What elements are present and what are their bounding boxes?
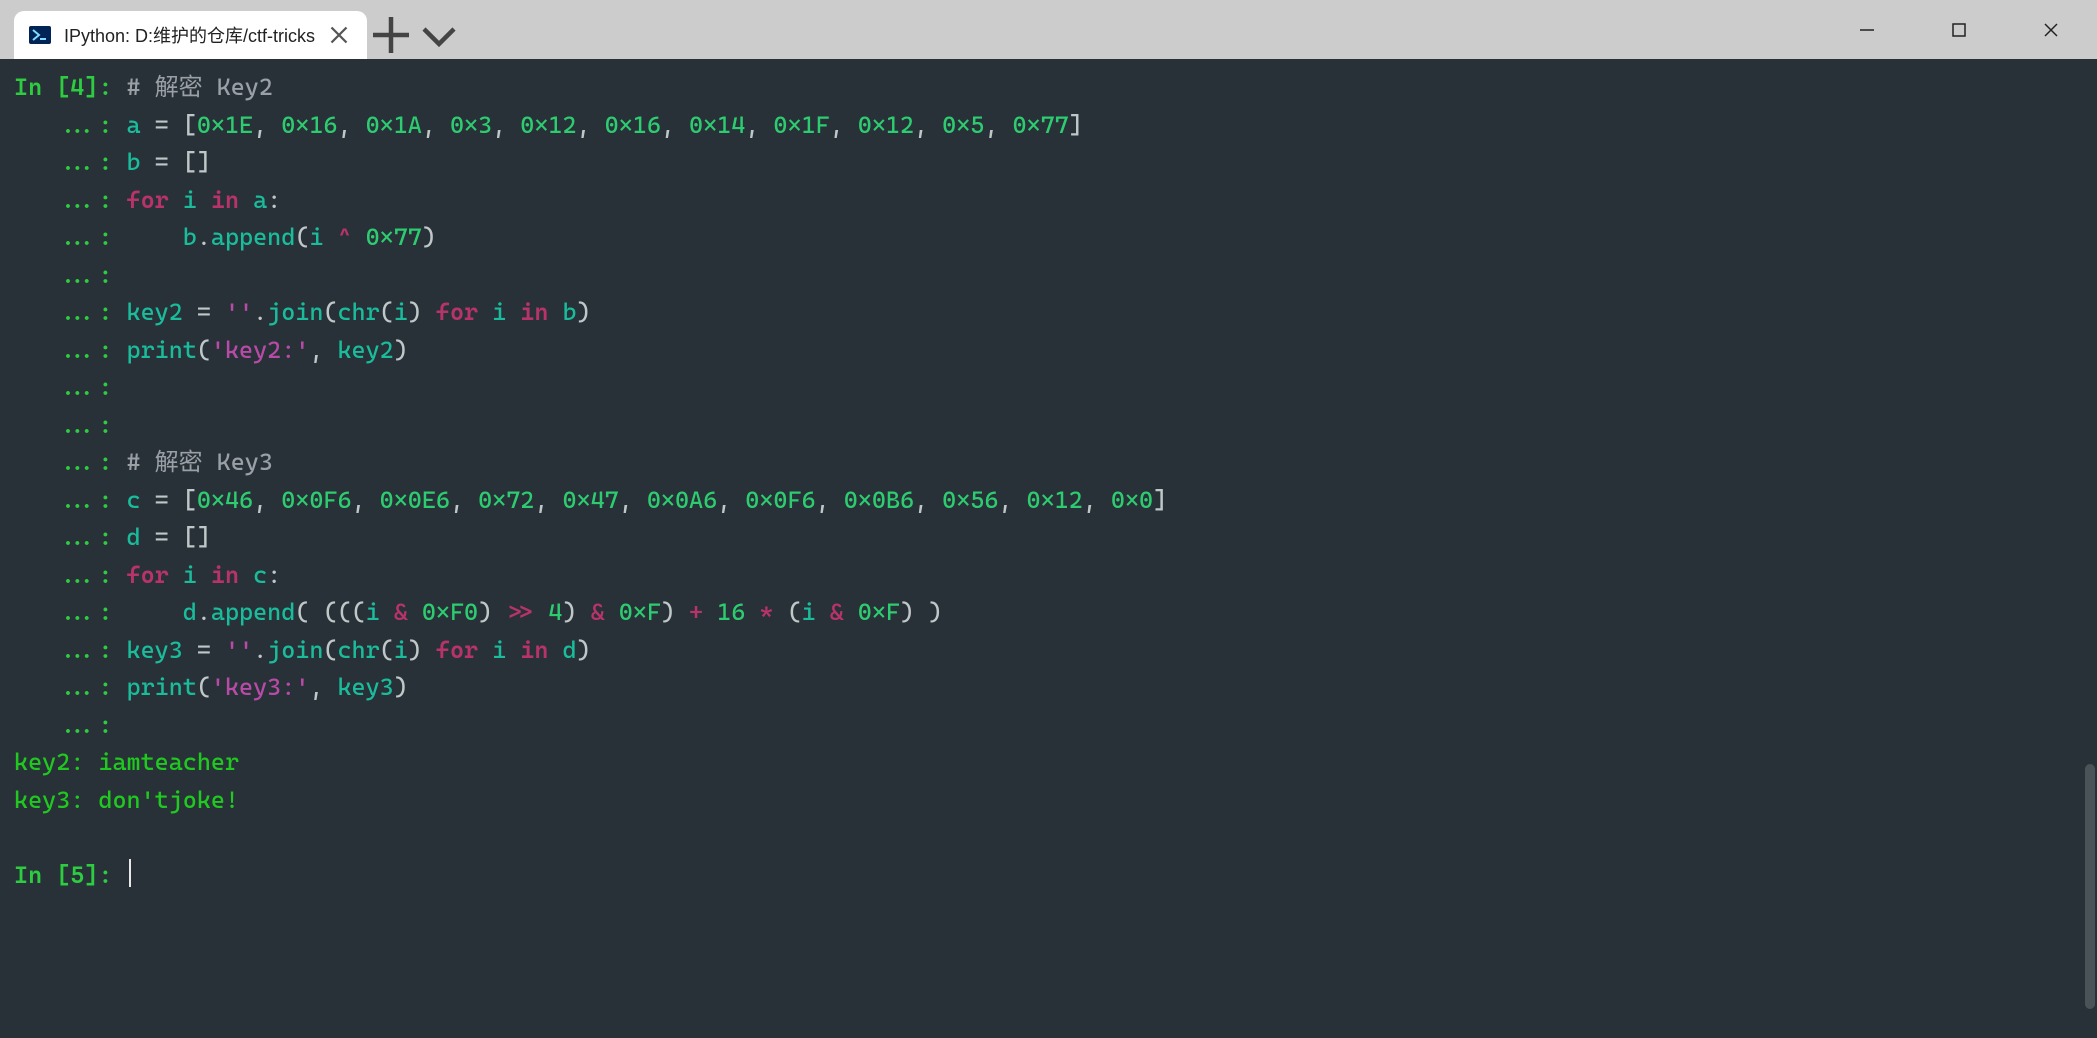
close-window-button[interactable] [2005,0,2097,59]
comment-key2: # 解密 Key2 [127,73,273,101]
output-key3: key3: don'tjoke! [14,786,239,814]
text-cursor [129,859,131,887]
prompt-cont: ...: [14,223,127,251]
comment-key3: # 解密 Key3 [127,448,273,476]
terminal-body[interactable]: In [4]: # 解密 Key2 ...: a = [0×1E, 0×16, … [0,59,2097,1038]
tab-strip: IPython: D:维护的仓库/ctf-tricks [0,0,463,59]
prompt-cont: ...: [14,598,127,626]
prompt-cont: ...: [14,111,127,139]
prompt-cont: ...: [14,673,127,701]
output-key2: key2: iamteacher [14,748,239,776]
prompt-cont: ...: [14,148,127,176]
scrollbar-thumb[interactable] [2085,764,2095,1009]
prompt-cont: ...: [14,373,127,401]
prompt-cont: ...: [14,261,127,289]
prompt-cont: ...: [14,411,127,439]
prompt-cont: ...: [14,186,127,214]
prompt-in-4: In [4]: [14,73,127,101]
minimize-button[interactable] [1821,0,1913,59]
prompt-cont: ...: [14,486,127,514]
close-tab-icon[interactable] [327,23,351,47]
prompt-cont: ...: [14,711,127,739]
tab-title: IPython: D:维护的仓库/ctf-tricks [64,22,315,48]
prompt-cont: ...: [14,336,127,364]
maximize-button[interactable] [1913,0,2005,59]
new-tab-button[interactable] [367,11,415,59]
tab-dropdown-button[interactable] [415,11,463,59]
prompt-cont: ...: [14,636,127,664]
prompt-cont: ...: [14,448,127,476]
tab-active[interactable]: IPython: D:维护的仓库/ctf-tricks [14,11,367,59]
prompt-cont: ...: [14,561,127,589]
prompt-cont: ...: [14,298,127,326]
window-titlebar: IPython: D:维护的仓库/ctf-tricks [0,0,2097,59]
prompt-in-5: In [5]: [14,861,127,889]
prompt-cont: ...: [14,523,127,551]
powershell-icon [28,23,52,47]
window-controls [1821,0,2097,59]
